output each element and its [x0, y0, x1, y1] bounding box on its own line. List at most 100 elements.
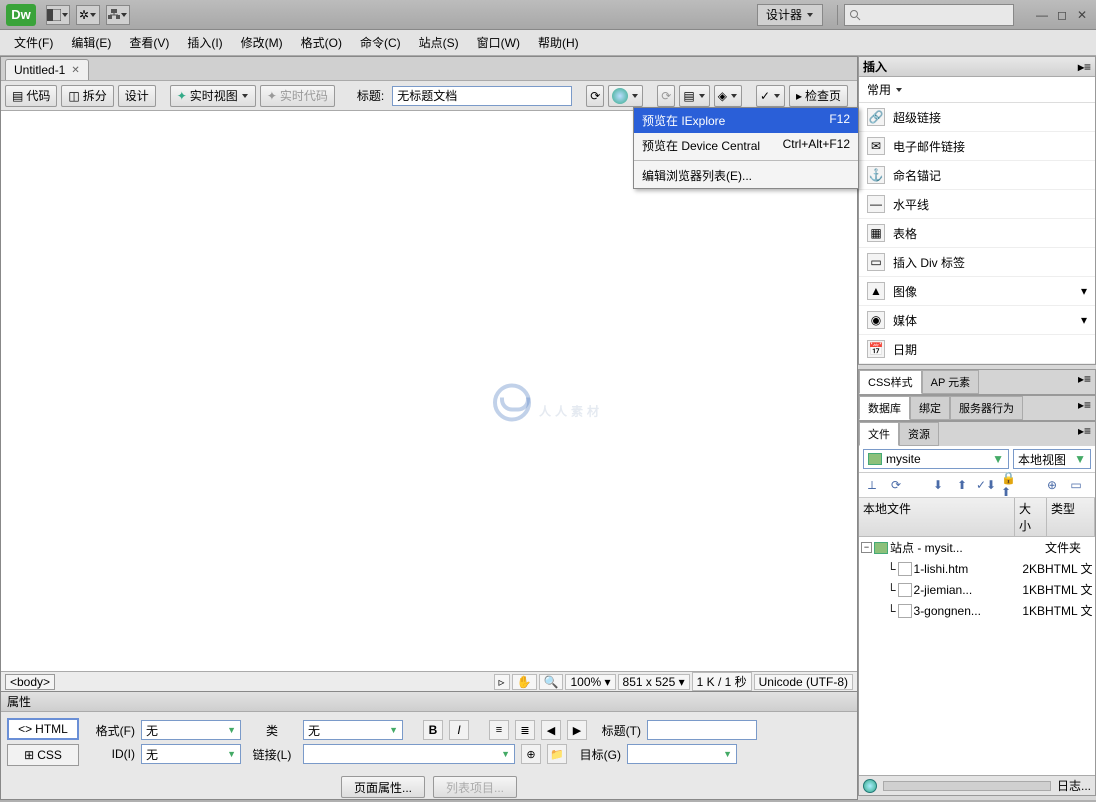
visual-aids-button[interactable]: ◈: [714, 85, 742, 107]
search-box[interactable]: [844, 4, 1014, 26]
minimize-button[interactable]: —: [1034, 8, 1050, 22]
class-select[interactable]: 无▼: [303, 720, 403, 740]
file-row[interactable]: └ 2-jiemian... 1KBHTML 文: [859, 579, 1095, 600]
menu-view[interactable]: 查看(V): [121, 30, 177, 55]
refresh-icon[interactable]: ⟳: [887, 476, 905, 494]
site-select[interactable]: mysite ▼: [863, 449, 1009, 469]
expand-icon[interactable]: ▭: [1067, 476, 1085, 494]
sync-icon[interactable]: ⊕: [1043, 476, 1061, 494]
menu-modify[interactable]: 修改(M): [233, 30, 291, 55]
live-view-button[interactable]: ✦实时视图: [170, 85, 256, 107]
title-input[interactable]: [392, 86, 572, 106]
col-size[interactable]: 大小: [1015, 498, 1047, 536]
menu-insert[interactable]: 插入(I): [179, 30, 230, 55]
check-page-button[interactable]: ▸检查页: [789, 85, 848, 107]
ol-button[interactable]: ≣: [515, 720, 535, 740]
html-mode-button[interactable]: <> HTML: [7, 718, 79, 740]
menu-help[interactable]: 帮助(H): [530, 30, 587, 55]
title-field-input[interactable]: [647, 720, 757, 740]
insert-hyperlink[interactable]: 🔗超级链接: [859, 103, 1095, 132]
server-behaviors-tab[interactable]: 服务器行为: [950, 396, 1023, 420]
edit-browser-list-item[interactable]: 编辑浏览器列表(E)...: [634, 163, 858, 188]
point-to-file-icon[interactable]: ⊕: [521, 744, 541, 764]
panel-menu-icon[interactable]: ▸≡: [1078, 60, 1091, 74]
collapse-icon[interactable]: −: [861, 542, 872, 553]
connect-icon[interactable]: ⟂: [863, 476, 881, 494]
checkin-icon[interactable]: 🔒⬆: [1001, 476, 1019, 494]
bold-button[interactable]: B: [423, 720, 443, 740]
properties-header[interactable]: 属性: [1, 692, 857, 712]
insert-date[interactable]: 📅日期: [859, 335, 1095, 364]
close-tab-icon[interactable]: ✕: [71, 65, 79, 76]
document-tab[interactable]: Untitled-1 ✕: [5, 59, 89, 80]
css-styles-tab[interactable]: CSS样式: [859, 370, 922, 394]
get-icon[interactable]: ⬇: [929, 476, 947, 494]
split-view-button[interactable]: ◫拆分: [61, 85, 113, 107]
dropdown-icon[interactable]: ▾: [1081, 284, 1087, 298]
preview-button[interactable]: [608, 85, 643, 107]
window-size[interactable]: 851 x 525 ▾: [618, 674, 690, 690]
put-icon[interactable]: ⬆: [953, 476, 971, 494]
file-row[interactable]: └ 3-gongnen... 1KBHTML 文: [859, 600, 1095, 621]
menu-commands[interactable]: 命令(C): [352, 30, 409, 55]
extension-menu[interactable]: ✲: [76, 5, 100, 25]
italic-button[interactable]: I: [449, 720, 469, 740]
bindings-tab[interactable]: 绑定: [910, 396, 950, 420]
indent-button[interactable]: ▶: [567, 720, 587, 740]
design-canvas[interactable]: [1, 111, 857, 671]
layout-switcher[interactable]: [46, 5, 70, 25]
insert-table[interactable]: ▦表格: [859, 219, 1095, 248]
insert-div[interactable]: ▭插入 Div 标签: [859, 248, 1095, 277]
code-view-button[interactable]: ▤代码: [5, 85, 57, 107]
zoom-tool-icon[interactable]: 🔍: [539, 674, 564, 690]
preview-iexplore-item[interactable]: 预览在 IExplore F12: [634, 108, 858, 133]
globe-icon[interactable]: [863, 779, 877, 793]
close-button[interactable]: ✕: [1074, 8, 1090, 22]
file-mgmt-button[interactable]: ⟳: [586, 85, 604, 107]
panel-menu-icon[interactable]: ▸≡: [1074, 370, 1095, 394]
live-code-button[interactable]: ✦实时代码: [260, 85, 335, 107]
target-select[interactable]: ▼: [627, 744, 737, 764]
insert-category[interactable]: 常用: [859, 77, 1095, 103]
panel-menu-icon[interactable]: ▸≡: [1074, 396, 1095, 420]
outdent-button[interactable]: ◀: [541, 720, 561, 740]
pointer-tool-icon[interactable]: ▹: [494, 674, 510, 690]
view-select[interactable]: 本地视图▼: [1013, 449, 1091, 469]
menu-edit[interactable]: 编辑(E): [63, 30, 119, 55]
menu-format[interactable]: 格式(O): [293, 30, 350, 55]
files-tab[interactable]: 文件: [859, 422, 899, 446]
ap-elements-tab[interactable]: AP 元素: [922, 370, 980, 394]
col-name[interactable]: 本地文件: [859, 498, 1015, 536]
view-options-button[interactable]: ▤: [679, 85, 709, 107]
workspace-switcher[interactable]: 设计器: [757, 4, 823, 26]
menu-file[interactable]: 文件(F): [6, 30, 61, 55]
checkout-icon[interactable]: ✓⬇: [977, 476, 995, 494]
menu-window[interactable]: 窗口(W): [469, 30, 528, 55]
log-link[interactable]: 日志...: [1057, 777, 1091, 794]
id-select[interactable]: 无▼: [141, 744, 241, 764]
browse-folder-icon[interactable]: 📁: [547, 744, 567, 764]
col-type[interactable]: 类型: [1047, 498, 1095, 536]
insert-media[interactable]: ◉媒体▾: [859, 306, 1095, 335]
insert-hr[interactable]: —水平线: [859, 190, 1095, 219]
insert-email[interactable]: ✉电子邮件链接: [859, 132, 1095, 161]
preview-devicecentral-item[interactable]: 预览在 Device Central Ctrl+Alt+F12: [634, 133, 858, 158]
file-row[interactable]: └ 1-lishi.htm 2KBHTML 文: [859, 558, 1095, 579]
database-tab[interactable]: 数据库: [859, 396, 910, 420]
menu-site[interactable]: 站点(S): [411, 30, 467, 55]
site-root-row[interactable]: − 站点 - mysit... 文件夹: [859, 537, 1095, 558]
design-view-button[interactable]: 设计: [118, 85, 156, 107]
insert-anchor[interactable]: ⚓命名锚记: [859, 161, 1095, 190]
refresh-button[interactable]: ⟳: [657, 85, 675, 107]
validate-button[interactable]: ✓: [756, 85, 785, 107]
format-select[interactable]: 无▼: [141, 720, 241, 740]
hand-tool-icon[interactable]: ✋: [512, 674, 537, 690]
tag-body[interactable]: <body>: [5, 674, 55, 690]
insert-panel-header[interactable]: 插入▸≡: [859, 57, 1095, 77]
zoom-value[interactable]: 100% ▾: [565, 674, 615, 690]
panel-menu-icon[interactable]: ▸≡: [1074, 422, 1095, 446]
maximize-button[interactable]: ◻: [1054, 8, 1070, 22]
css-mode-button[interactable]: ⊞ CSS: [7, 744, 79, 766]
ul-button[interactable]: ≡: [489, 720, 509, 740]
link-select[interactable]: ▼: [303, 744, 515, 764]
